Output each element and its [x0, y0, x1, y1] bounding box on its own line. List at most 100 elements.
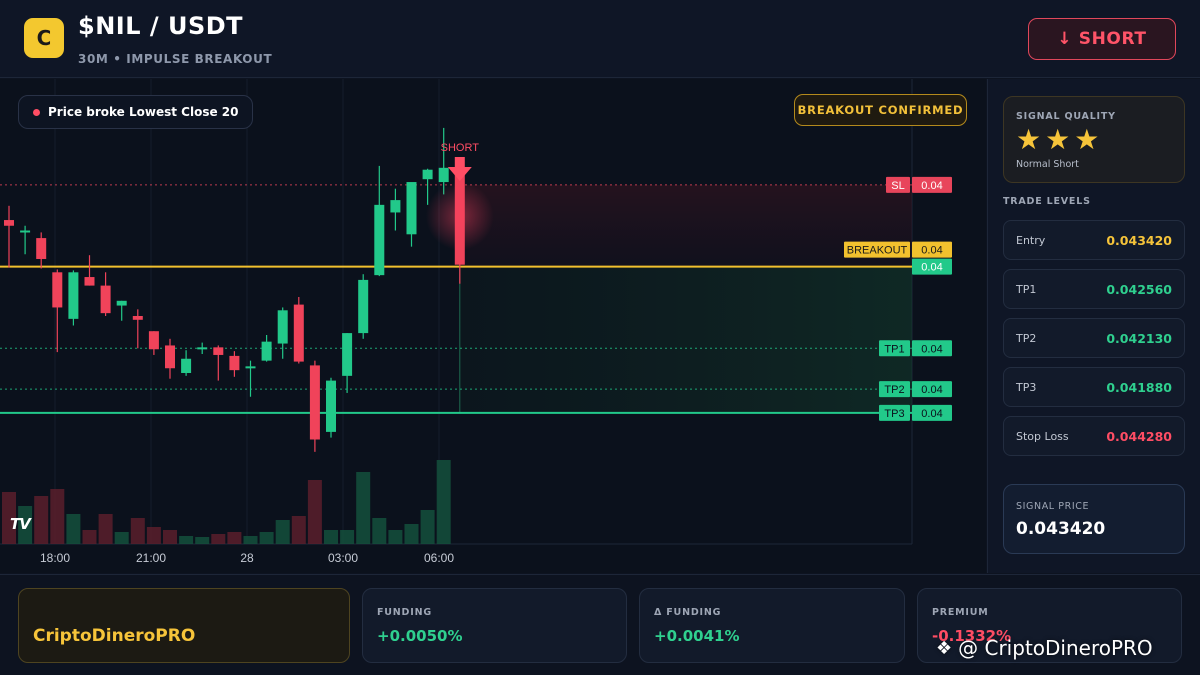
level-value: 0.044280	[1106, 428, 1172, 444]
level-name: TP3	[1016, 380, 1037, 394]
volume-bar	[163, 530, 177, 544]
level-value: 0.043420	[1106, 232, 1172, 248]
watermark: ❖ @ CriptoDineroPRO	[936, 636, 1153, 660]
candle-body	[261, 341, 272, 361]
breakout-confirmed-badge: BREAKOUT CONFIRMED	[794, 94, 967, 126]
premium-label: PREMIUM	[932, 607, 989, 618]
candle-body	[293, 304, 304, 362]
candle-body	[245, 366, 256, 369]
candle-body	[68, 272, 79, 319]
candle-body	[309, 365, 320, 440]
volume-bar	[324, 530, 338, 544]
short-marker-label: SHORT	[441, 142, 480, 154]
candle-body	[148, 331, 159, 350]
signal-price-card: SIGNAL PRICE 0.043420	[1003, 484, 1185, 554]
level-name: TP1	[1016, 282, 1037, 296]
funding-value: +0.0050%	[377, 627, 463, 645]
tp2-tag-label: TP2	[884, 384, 904, 396]
candle-body	[422, 169, 433, 180]
signal-side-panel: SIGNAL QUALITY ★★★ Normal Short TRADE LE…	[987, 79, 1200, 573]
level-name: Stop Loss	[1016, 429, 1069, 443]
signal-price-title: SIGNAL PRICE	[1016, 501, 1090, 512]
binance-logo-icon: ❖	[936, 637, 953, 659]
delta-funding-label: Δ FUNDING	[654, 607, 722, 618]
candle-body	[116, 300, 127, 306]
header-bar: C $NIL / USDT 30M • IMPULSE BREAKOUT ↓ S…	[0, 0, 1200, 78]
volume-bar	[372, 518, 387, 544]
sl-tag-value: 0.04	[921, 180, 942, 192]
volume-bar	[436, 460, 451, 544]
short-signal-button[interactable]: ↓ SHORT	[1028, 18, 1176, 60]
tp3-tag-label: TP3	[884, 408, 904, 420]
candle-body	[20, 230, 31, 233]
volume-bar	[243, 536, 258, 544]
candle-body	[326, 380, 336, 432]
volume-bar	[227, 532, 242, 544]
brand-name: CriptoDineroPRO	[33, 626, 196, 646]
volume-bar	[291, 516, 306, 544]
candle-body	[165, 345, 175, 369]
candle-body	[406, 182, 417, 235]
candlestick-chart-svg[interactable]: SHORT 0.04 SL 0.04 BREAKOUT 0.04 0.04 TP1 0.04 T…	[0, 79, 986, 573]
volume-bar	[307, 480, 322, 544]
tp2-tag-value: 0.04	[921, 384, 942, 396]
tp1-tag-label: TP1	[884, 343, 904, 355]
level-row-entry: Entry 0.043420	[1003, 220, 1185, 260]
candle-body	[4, 220, 14, 226]
level-value: 0.042130	[1106, 330, 1172, 346]
level-value: 0.042560	[1106, 281, 1172, 297]
volume-bar	[98, 514, 113, 544]
level-row-stop-loss: Stop Loss 0.044280	[1003, 416, 1185, 456]
volume-bar	[340, 530, 355, 544]
signal-quality-subtitle: Normal Short	[1016, 159, 1079, 170]
level-name: Entry	[1016, 233, 1046, 247]
candle-body	[181, 358, 192, 373]
delta-funding-value: +0.0041%	[654, 627, 740, 645]
candle-body	[342, 333, 353, 376]
candle-body	[36, 238, 47, 259]
volume-bar	[195, 537, 210, 544]
volume-bar	[82, 530, 97, 544]
candle-body	[229, 355, 240, 371]
sl-tag-label: SL	[891, 180, 904, 192]
level-name: TP2	[1016, 331, 1037, 345]
signal-quality-title: SIGNAL QUALITY	[1016, 111, 1116, 122]
short-glow	[425, 182, 494, 251]
entry-tag-value: 0.04	[921, 262, 942, 274]
timeframe-strategy-label: 30M • IMPULSE BREAKOUT	[78, 52, 273, 66]
volume-bar	[211, 534, 226, 544]
volume-bar	[66, 514, 81, 544]
level-row-tp1: TP1 0.042560	[1003, 269, 1185, 309]
breakout-info-text: Price broke Lowest Close 20	[48, 105, 239, 119]
level-row-tp2: TP2 0.042130	[1003, 318, 1185, 358]
breakout-tag-value: 0.04	[921, 245, 942, 257]
volume-bar	[259, 532, 274, 544]
take-profit-zone	[459, 266, 912, 413]
funding-card: FUNDING +0.0050%	[362, 588, 627, 663]
volume-bar	[356, 472, 371, 544]
volume-bar	[179, 536, 194, 544]
watermark-text: @ CriptoDineroPRO	[958, 636, 1153, 660]
candle-body	[197, 347, 208, 350]
tp3-tag-value: 0.04	[921, 408, 942, 420]
candle-body	[374, 204, 385, 276]
footer-bar: CriptoDineroPRO FUNDING +0.0050% Δ FUNDI…	[0, 574, 1200, 675]
candle-body	[132, 316, 143, 320]
tp1-tag-value: 0.04	[921, 343, 942, 355]
x-axis-tick-label: 06:00	[424, 551, 454, 565]
level-value: 0.041880	[1106, 379, 1172, 395]
volume-bar	[275, 520, 290, 544]
candle-body	[100, 285, 111, 314]
candle-body	[438, 167, 449, 183]
funding-label: FUNDING	[377, 607, 432, 618]
x-axis-tick-label: 03:00	[328, 551, 358, 565]
trade-levels-title: TRADE LEVELS	[1003, 196, 1091, 207]
breakout-tag-label: BREAKOUT	[847, 245, 908, 257]
brand-card: CriptoDineroPRO	[18, 588, 350, 663]
price-chart[interactable]: SHORT 0.04 SL 0.04 BREAKOUT 0.04 0.04 TP1 0.04 T…	[0, 79, 986, 573]
signal-quality-card: SIGNAL QUALITY ★★★ Normal Short	[1003, 96, 1185, 183]
pair-title: $NIL / USDT	[78, 12, 244, 40]
breakout-info-pill: Price broke Lowest Close 20	[18, 95, 254, 129]
candle-body	[390, 200, 401, 213]
volume-bar	[130, 518, 145, 544]
